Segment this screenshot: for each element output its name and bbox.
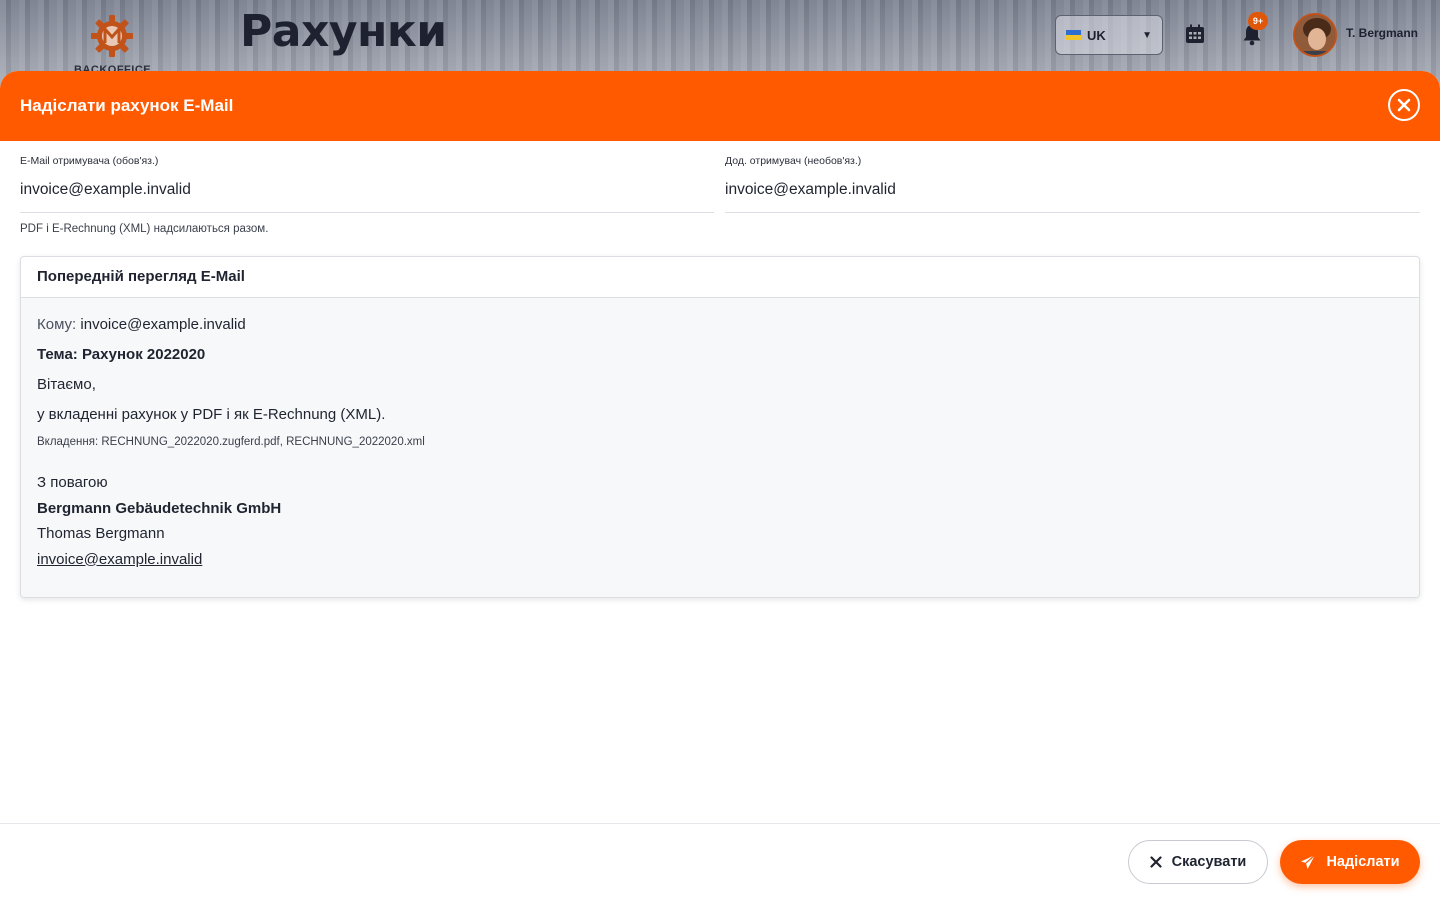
preview-closing: З повагою <box>37 474 108 491</box>
send-button[interactable]: Надіслати <box>1280 840 1420 884</box>
preview-signature: З повагою Bergmann Gebäudetechnik GmbH T… <box>37 470 1403 572</box>
cancel-button-label: Скасувати <box>1171 854 1247 870</box>
preview-email-link[interactable]: invoice@example.invalid <box>37 551 202 568</box>
preview-person: Thomas Bergmann <box>37 525 165 542</box>
modal-footer: Скасувати Надіслати <box>0 823 1440 900</box>
attachment-hint: PDF і E-Rechnung (XML) надсилаються разо… <box>20 223 269 235</box>
language-select[interactable]: UK ▼ <box>1055 15 1163 55</box>
page-title: Рахунки <box>240 6 447 57</box>
notification-badge: 9+ <box>1248 12 1268 30</box>
send-invoice-modal: Надіслати рахунок E-Mail E-Mail отримува… <box>0 71 1440 900</box>
ukraine-flag-icon <box>1066 30 1081 40</box>
preview-company: Bergmann Gebäudetechnik GmbH <box>37 499 282 517</box>
recipient-email-field: E-Mail отримувача (обов'яз.) invoice@exa… <box>20 155 714 213</box>
additional-recipient-input[interactable]: invoice@example.invalid <box>725 181 1420 213</box>
close-icon <box>1150 856 1162 868</box>
user-name[interactable]: T. Bergmann <box>1346 26 1418 40</box>
preview-to-line: Кому: invoice@example.invalid <box>37 316 1403 333</box>
cancel-button[interactable]: Скасувати <box>1128 840 1268 884</box>
calendar-icon[interactable] <box>1185 24 1205 44</box>
email-preview: Попередній перегляд E-Mail Кому: invoice… <box>20 256 1420 598</box>
language-label: UK <box>1087 27 1106 43</box>
paper-plane-icon <box>1301 854 1316 869</box>
logo-icon <box>91 15 133 57</box>
modal-title: Надіслати рахунок E-Mail <box>20 96 234 115</box>
preview-attachments: Вкладення: RECHNUNG_2022020.zugferd.pdf,… <box>37 436 425 448</box>
avatar[interactable] <box>1293 13 1337 57</box>
email-preview-body: Кому: invoice@example.invalid Тема: Раху… <box>21 298 1419 590</box>
close-icon <box>1397 98 1411 112</box>
preview-greeting: Вітаємо, <box>37 376 96 393</box>
send-button-label: Надіслати <box>1326 854 1400 870</box>
preview-to-label: Кому: <box>37 316 77 333</box>
modal-header: Надіслати рахунок E-Mail <box>0 71 1440 141</box>
preview-to-value: invoice@example.invalid <box>80 316 246 333</box>
additional-recipient-field: Дод. отримувач (необов'яз.) invoice@exam… <box>725 155 1420 213</box>
close-button[interactable] <box>1388 89 1420 121</box>
additional-recipient-label: Дод. отримувач (необов'яз.) <box>725 155 862 167</box>
chevron-down-icon: ▼ <box>1142 29 1152 41</box>
preview-body-text: у вкладенні рахунок у PDF і як E-Rechnun… <box>37 406 386 423</box>
recipient-email-input[interactable]: invoice@example.invalid <box>20 181 714 213</box>
recipient-email-label: E-Mail отримувача (обов'яз.) <box>20 155 159 167</box>
email-preview-heading: Попередній перегляд E-Mail <box>21 257 1419 298</box>
preview-subject: Тема: Рахунок 2022020 <box>37 346 206 363</box>
